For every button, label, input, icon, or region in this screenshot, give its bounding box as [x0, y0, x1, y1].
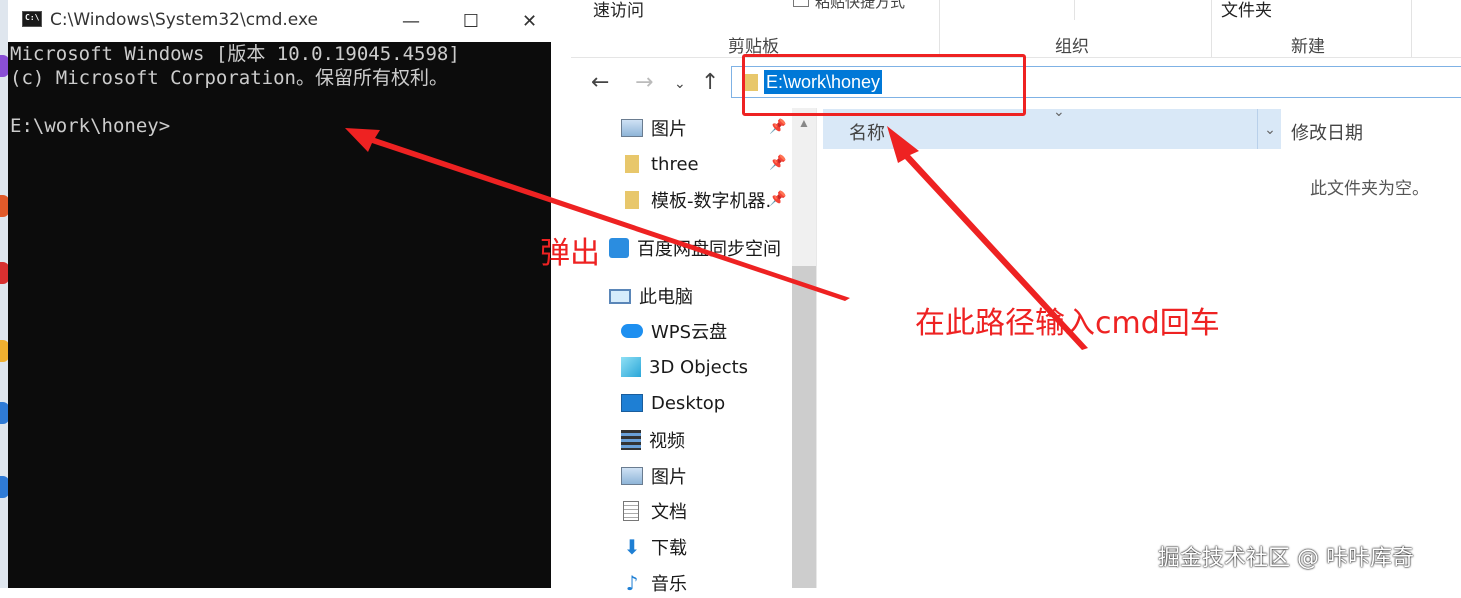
navigation-bar: ← → ⌄ ↑ E:\work\honey [571, 58, 1461, 108]
ribbon-group-clipboard: 剪贴板 [728, 37, 779, 57]
ribbon-separator [1074, 0, 1075, 20]
ribbon-separator [1411, 0, 1412, 57]
new-folder-button[interactable]: 文件夹 [1221, 0, 1272, 21]
picture-icon [621, 467, 643, 485]
scroll-up-arrow-icon[interactable]: ▲ [798, 116, 810, 130]
nav-item-pictures-2[interactable]: 图片 [621, 461, 687, 491]
music-icon: ♪ [625, 571, 639, 595]
desktop-icon [621, 394, 643, 412]
column-dropdown-chevron-icon[interactable]: ⌄ [1257, 109, 1282, 149]
nav-item-baidu-sync[interactable]: 百度网盘同步空间 [609, 233, 781, 263]
paste-shortcut-icon [793, 0, 809, 7]
baidu-cloud-icon [609, 238, 629, 258]
cmd-console[interactable]: Microsoft Windows [版本 10.0.19045.4598] (c… [10, 42, 460, 138]
recent-locations-chevron-icon[interactable]: ⌄ [674, 76, 686, 92]
nav-item-label: WPS云盘 [651, 322, 728, 343]
nav-item-desktop[interactable]: Desktop [621, 388, 725, 418]
ribbon-separator [939, 0, 940, 57]
scrollbar-thumb[interactable] [792, 266, 816, 588]
nav-item-wps-cloud[interactable]: WPS云盘 [621, 316, 727, 346]
ribbon: 速访问 粘贴快捷方式 文件夹 剪贴板 组织 新建 [571, 0, 1461, 58]
document-icon [623, 501, 639, 521]
pane-divider[interactable] [816, 108, 817, 588]
nav-item-label: 下载 [651, 538, 687, 559]
sort-chevron-icon: ⌄ [1053, 103, 1065, 119]
back-arrow-icon[interactable]: ← [591, 70, 609, 95]
cube-icon [621, 357, 641, 377]
nav-item-downloads[interactable]: ⬇ 下载 [621, 532, 687, 562]
nav-item-this-pc[interactable]: 此电脑 [609, 281, 693, 311]
cmd-titlebar[interactable]: C:\ C:\Windows\System32\cmd.exe — ☐ ✕ [8, 0, 551, 42]
picture-icon [621, 119, 643, 137]
computer-icon [609, 288, 631, 304]
address-bar[interactable]: E:\work\honey [731, 66, 1461, 98]
nav-item-documents[interactable]: 文档 [621, 496, 687, 526]
console-line: (c) Microsoft Corporation。保留所有权利。 [10, 67, 448, 89]
close-button[interactable]: ✕ [508, 0, 551, 42]
nav-pane-scrollbar[interactable]: ▲ [792, 108, 816, 588]
nav-item-music[interactable]: ♪ 音乐 [621, 568, 687, 598]
column-name-label: 名称 [849, 123, 885, 144]
cloud-icon [621, 324, 643, 338]
nav-item-label: 音乐 [651, 574, 687, 595]
cmd-app-icon: C:\ [22, 11, 42, 27]
nav-item-label: 模板-数字机器. [651, 191, 772, 212]
folder-icon [625, 155, 639, 173]
nav-item-label: 图片 [651, 467, 687, 488]
ribbon-separator [1211, 0, 1212, 57]
console-prompt[interactable]: E:\work\honey> [10, 114, 460, 138]
cmd-window[interactable]: C:\ C:\Windows\System32\cmd.exe — ☐ ✕ Mi… [8, 0, 551, 588]
column-header-date[interactable]: 修改日期 [1291, 119, 1363, 145]
video-icon [621, 430, 641, 450]
up-arrow-icon[interactable]: ↑ [701, 70, 719, 95]
console-line: ​ [10, 90, 460, 114]
nav-item-three[interactable]: three [621, 149, 699, 179]
nav-item-label: 百度网盘同步空间 [637, 239, 781, 260]
column-header-name[interactable]: 名称 ⌄ ⌄ [823, 103, 1282, 149]
forward-arrow-icon[interactable]: → [635, 70, 653, 95]
paste-shortcut-button[interactable]: 粘贴快捷方式 [793, 0, 905, 12]
nav-item-template[interactable]: 模板-数字机器. [621, 185, 771, 215]
console-line: Microsoft Windows [版本 10.0.19045.4598] [10, 43, 460, 65]
quick-access-label[interactable]: 速访问 [593, 0, 644, 21]
folder-icon [744, 74, 758, 91]
nav-item-label: 3D Objects [649, 356, 749, 378]
nav-item-label: 图片 [651, 119, 687, 140]
nav-item-label: Desktop [651, 392, 726, 414]
paste-shortcut-label: 粘贴快捷方式 [815, 0, 906, 11]
address-path[interactable]: E:\work\honey [764, 70, 883, 94]
ribbon-group-organize: 组织 [1055, 37, 1089, 57]
pin-icon[interactable]: 📌 [769, 118, 786, 135]
nav-item-label: 视频 [649, 431, 685, 452]
nav-item-3d-objects[interactable]: 3D Objects [621, 352, 748, 382]
ribbon-group-new: 新建 [1291, 37, 1325, 57]
maximize-button[interactable]: ☐ [436, 0, 506, 42]
cmd-window-title: C:\Windows\System32\cmd.exe [50, 10, 318, 30]
nav-item-label: 此电脑 [639, 287, 693, 308]
file-explorer-window[interactable]: 速访问 粘贴快捷方式 文件夹 剪贴板 组织 新建 ← → ⌄ ↑ E:\work… [571, 0, 1461, 595]
empty-folder-message: 此文件夹为空。 [1310, 179, 1429, 199]
pin-icon[interactable]: 📌 [769, 190, 786, 207]
folder-icon [625, 191, 639, 209]
nav-item-label: 文档 [651, 502, 687, 523]
pin-icon[interactable]: 📌 [769, 154, 786, 171]
download-icon: ⬇ [623, 535, 641, 559]
nav-item-videos[interactable]: 视频 [621, 425, 685, 455]
nav-item-pictures[interactable]: 图片 [621, 113, 687, 143]
nav-item-label: three [651, 153, 699, 175]
navigation-pane[interactable]: 图片 📌 three 📌 模板-数字机器. 📌 百度网盘同步空间 此电脑 WPS… [571, 108, 817, 595]
